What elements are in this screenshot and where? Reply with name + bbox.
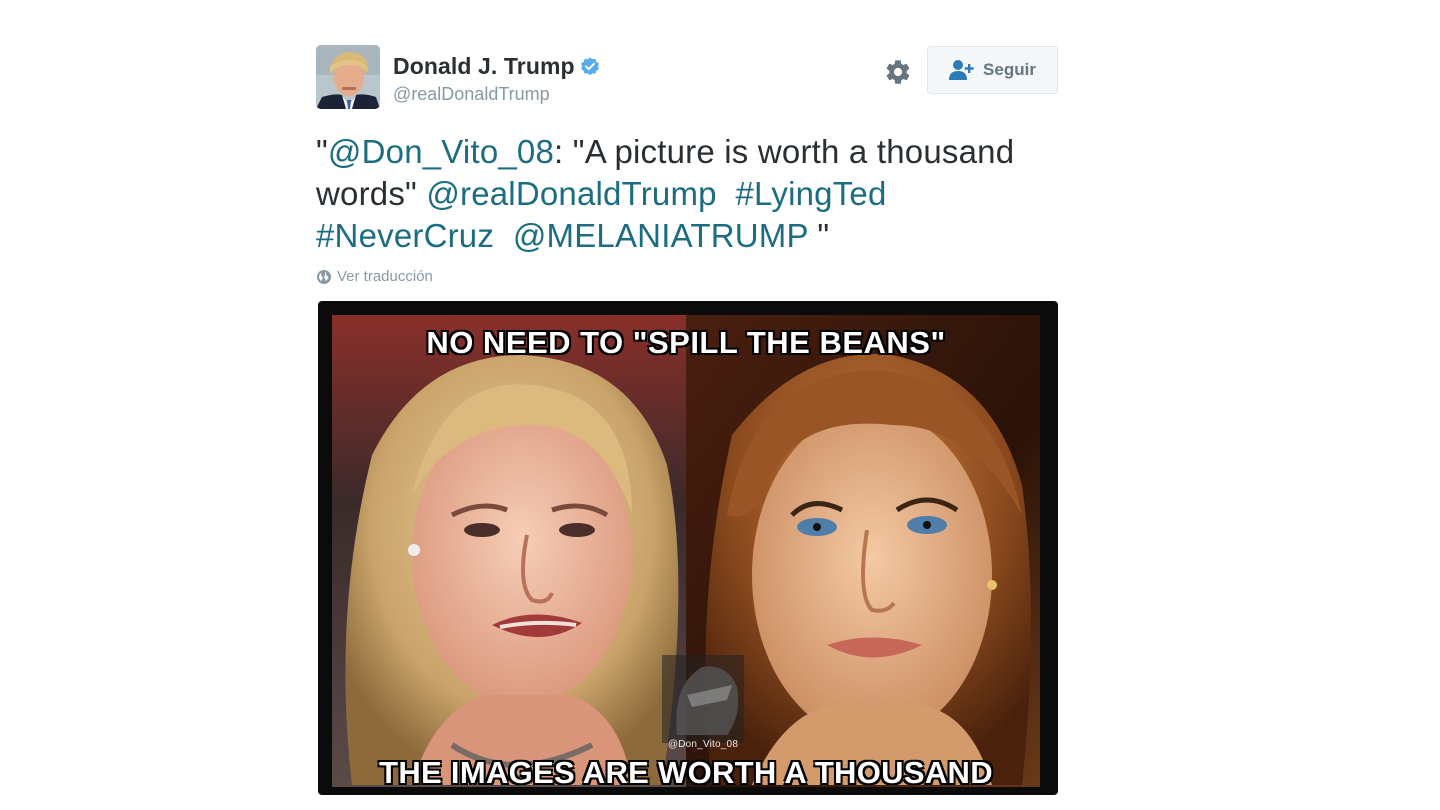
verified-badge-icon — [580, 56, 599, 75]
user-handle[interactable]: @realDonaldTrump — [393, 84, 550, 105]
avatar-image — [316, 45, 380, 109]
gear-icon[interactable] — [884, 58, 912, 86]
translate-label: Ver traducción — [337, 268, 433, 285]
hashtag-link[interactable]: #LyingTed — [735, 175, 886, 212]
name-line: Donald J. Trump — [393, 53, 601, 80]
hashtag-link[interactable]: #NeverCruz — [316, 217, 494, 254]
translate-link[interactable]: Ver traducción — [316, 268, 433, 285]
meme-bottom-caption: THE IMAGES ARE WORTH A THOUSAND WORDS — [379, 755, 993, 795]
tweet-text: "@Don_Vito_08: "A picture is worth a tho… — [316, 131, 1058, 257]
follow-button-label: Seguir — [983, 60, 1036, 79]
meme-top-caption: NO NEED TO "SPILL THE BEANS" — [426, 325, 946, 360]
globe-icon — [317, 269, 331, 284]
meme-photos — [332, 315, 1040, 787]
mention-link[interactable]: @realDonaldTrump — [426, 175, 716, 212]
tweet-text-segment — [887, 175, 896, 212]
avatar[interactable] — [316, 45, 380, 109]
tweet-text-segment: " — [316, 133, 328, 170]
user-full-name[interactable]: Donald J. Trump — [393, 53, 575, 80]
tweet-text-segment: " — [808, 217, 830, 254]
tweet-header: Donald J. Trump @realDonaldTrump Seguir — [316, 45, 1058, 111]
mention-link[interactable]: @MELANIATRUMP — [513, 217, 808, 254]
meme-image: NO NEED TO "SPILL THE BEANS" @Don_Vito_0… — [332, 315, 1040, 795]
tweet-text-segment — [494, 217, 513, 254]
tweet-media-image[interactable]: NO NEED TO "SPILL THE BEANS" @Don_Vito_0… — [318, 301, 1058, 795]
mention-link[interactable]: @Don_Vito_08 — [328, 133, 554, 170]
meme-watermark: @Don_Vito_08 — [667, 739, 739, 750]
add-user-icon — [949, 60, 974, 80]
follow-button[interactable]: Seguir — [927, 46, 1058, 94]
tweet-text-segment — [717, 175, 736, 212]
tweet: Donald J. Trump @realDonaldTrump Seguir … — [316, 45, 1058, 795]
